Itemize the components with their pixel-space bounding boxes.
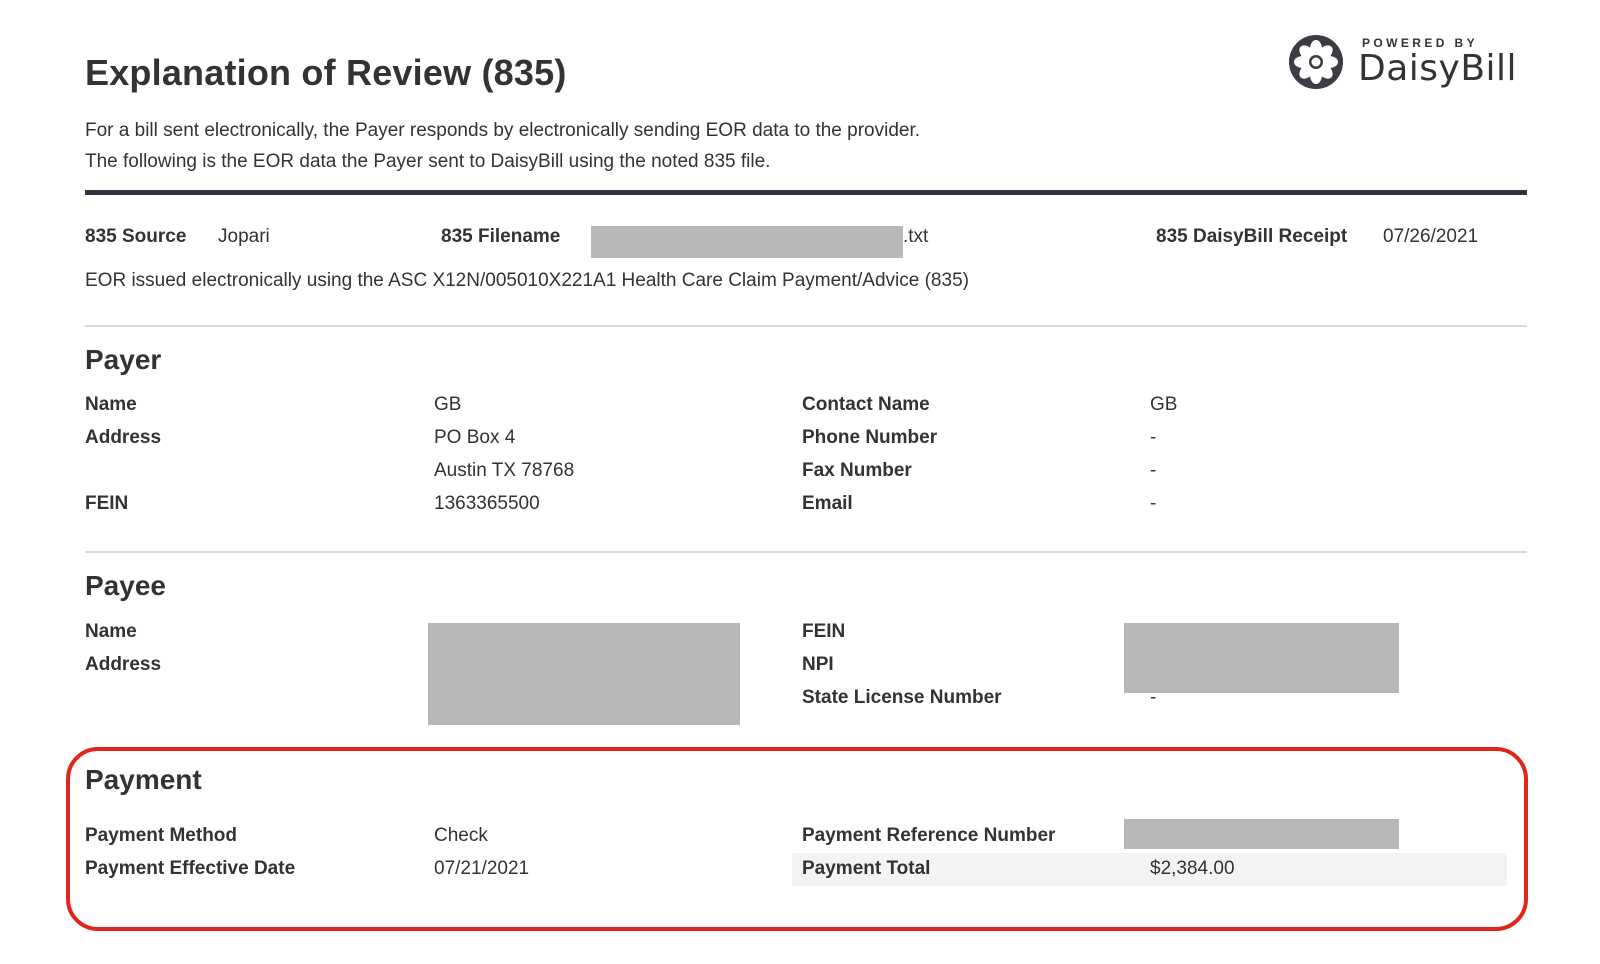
payer-phone-value: - xyxy=(1150,427,1157,448)
payment-method-value: Check xyxy=(434,825,488,846)
payer-address-line2: Austin TX 78768 xyxy=(434,460,575,481)
logo-wordmark: DaisyBill xyxy=(1358,48,1518,89)
payment-effective-date-value: 07/21/2021 xyxy=(434,858,530,879)
payment-effective-date-label: Payment Effective Date xyxy=(85,858,296,879)
payer-fein-label: FEIN xyxy=(85,493,129,514)
payer-address-line1: PO Box 4 xyxy=(434,427,516,448)
payment-total-value: $2,384.00 xyxy=(1150,858,1235,879)
receipt-value: 07/26/2021 xyxy=(1383,226,1479,247)
payment-heading: Payment xyxy=(85,764,202,795)
daisy-flower-icon xyxy=(1289,35,1343,89)
payer-fein-value: 1363365500 xyxy=(434,493,540,514)
payment-method-label: Payment Method xyxy=(85,825,238,846)
payer-fax-value: - xyxy=(1150,460,1157,481)
payee-license-value: - xyxy=(1150,687,1157,708)
filename-label: 835 Filename xyxy=(441,226,561,247)
payer-phone-label: Phone Number xyxy=(802,427,938,448)
payee-name-address-redaction xyxy=(428,623,740,725)
daisybill-logo: POWERED BY DaisyBill xyxy=(1288,32,1528,102)
payee-npi-label: NPI xyxy=(802,654,834,675)
payee-address-label: Address xyxy=(85,654,162,675)
intro-line-1: For a bill sent electronically, the Paye… xyxy=(85,120,921,141)
source-value: Jopari xyxy=(218,226,270,247)
payer-heading: Payer xyxy=(85,344,162,375)
divider xyxy=(85,325,1527,327)
payee-license-label: State License Number xyxy=(802,687,1002,708)
page-title: Explanation of Review (835) xyxy=(85,52,567,93)
filename-suffix: .txt xyxy=(903,226,929,247)
source-label: 835 Source xyxy=(85,226,187,247)
payer-email-value: - xyxy=(1150,493,1157,514)
payment-reference-redaction xyxy=(1124,819,1399,849)
intro-line-2: The following is the EOR data the Payer … xyxy=(85,151,771,172)
payer-name-value: GB xyxy=(434,394,462,415)
header-divider xyxy=(85,190,1527,195)
payer-contact-value: GB xyxy=(1150,394,1178,415)
payer-name-label: Name xyxy=(85,394,137,415)
payee-fein-label: FEIN xyxy=(802,621,846,642)
eor-note: EOR issued electronically using the ASC … xyxy=(85,270,969,291)
payer-email-label: Email xyxy=(802,493,853,514)
payee-fein-npi-redaction xyxy=(1124,623,1399,693)
payer-address-label: Address xyxy=(85,427,162,448)
receipt-label: 835 DaisyBill Receipt xyxy=(1156,226,1348,247)
filename-redaction xyxy=(591,226,903,258)
payee-name-label: Name xyxy=(85,621,137,642)
payment-reference-label: Payment Reference Number xyxy=(802,825,1056,846)
divider xyxy=(85,551,1527,553)
payer-fax-label: Fax Number xyxy=(802,460,912,481)
payer-contact-label: Contact Name xyxy=(802,394,930,415)
payment-total-label: Payment Total xyxy=(802,858,931,879)
payee-heading: Payee xyxy=(85,570,166,601)
